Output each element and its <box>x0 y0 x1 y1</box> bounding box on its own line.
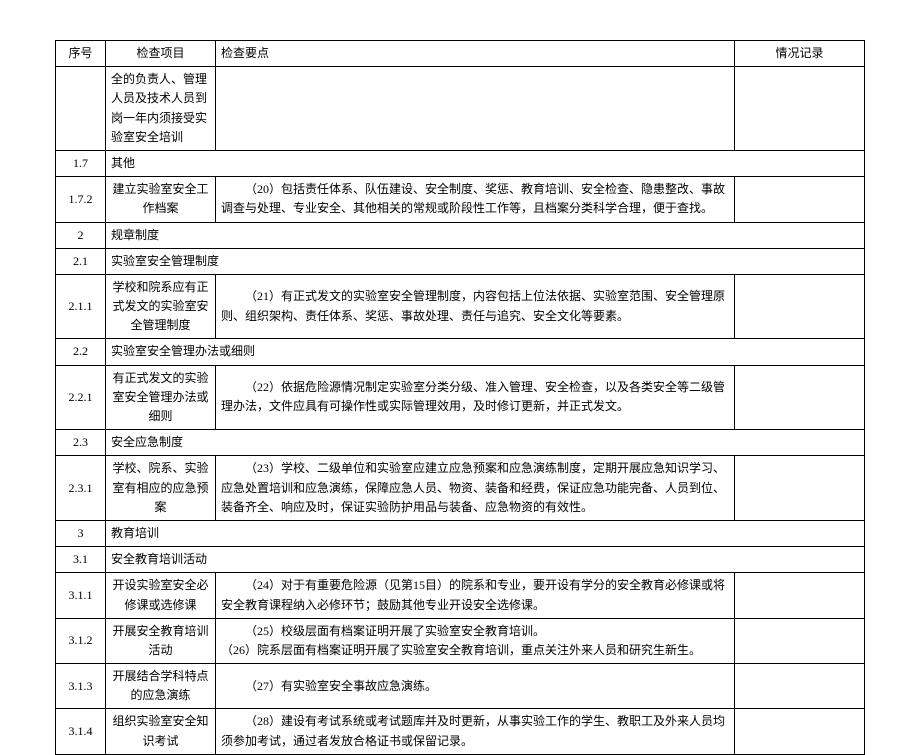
cell-item: 开设实验室安全必修课或选修课 <box>106 573 216 618</box>
inspection-table: 序号 检查项目 检查要点 情况记录 全的负责人、管理人员及技术人员到岗一年内须接… <box>55 40 865 755</box>
cell-record <box>735 67 865 151</box>
cell-seq: 2.3 <box>56 430 106 456</box>
cell-record <box>735 456 865 521</box>
cell-item: 开展安全教育培训活动 <box>106 618 216 663</box>
table-row: 3教育培训 <box>56 520 865 546</box>
cell-item-span: 安全教育培训活动 <box>106 547 865 573</box>
table-row: 3.1.3开展结合学科特点的应急演练（27）有实验室安全事故应急演练。 <box>56 664 865 709</box>
cell-seq: 1.7 <box>56 150 106 176</box>
table-row: 3.1.2开展安全教育培训活动（25）校级层面有档案证明开展了实验室安全教育培训… <box>56 618 865 663</box>
table-body: 全的负责人、管理人员及技术人员到岗一年内须接受实验室安全培训1.7其他1.7.2… <box>56 67 865 755</box>
cell-point: （23）学校、二级单位和实验室应建立应急预案和应急演练制度，定期开展应急知识学习… <box>216 456 735 521</box>
cell-item-span: 安全应急制度 <box>106 430 865 456</box>
cell-item: 学校、院系、实验室有相应的应急预案 <box>106 456 216 521</box>
table-row: 2.2.1有正式发文的实验室安全管理办法或细则（22）依据危险源情况制定实验室分… <box>56 365 865 430</box>
cell-seq: 2.2 <box>56 339 106 365</box>
cell-point: （22）依据危险源情况制定实验室分类分级、准入管理、安全检查，以及各类安全等二级… <box>216 365 735 430</box>
table-row: 2规章制度 <box>56 222 865 248</box>
cell-point: （25）校级层面有档案证明开展了实验室安全教育培训。 （26）院系层面有档案证明… <box>216 618 735 663</box>
cell-seq: 3 <box>56 520 106 546</box>
cell-point: （24）对于有重要危险源（见第15目）的院系和专业，要开设有学分的安全教育必修课… <box>216 573 735 618</box>
table-row: 3.1安全教育培训活动 <box>56 547 865 573</box>
header-point: 检查要点 <box>216 41 735 67</box>
table-row: 全的负责人、管理人员及技术人员到岗一年内须接受实验室安全培训 <box>56 67 865 151</box>
cell-item-span: 实验室安全管理办法或细则 <box>106 339 865 365</box>
cell-seq: 1.7.2 <box>56 177 106 222</box>
cell-record <box>735 618 865 663</box>
cell-seq: 3.1.4 <box>56 709 106 754</box>
header-seq: 序号 <box>56 41 106 67</box>
table-row: 3.1.1开设实验室安全必修课或选修课（24）对于有重要危险源（见第15目）的院… <box>56 573 865 618</box>
header-item: 检查项目 <box>106 41 216 67</box>
cell-seq: 3.1.3 <box>56 664 106 709</box>
cell-item: 学校和院系应有正式发文的实验室安全管理制度 <box>106 274 216 339</box>
table-row: 1.7其他 <box>56 150 865 176</box>
table-row: 3.1.4组织实验室安全知识考试（28）建设有考试系统或考试题库并及时更新，从事… <box>56 709 865 754</box>
cell-seq: 2.1 <box>56 248 106 274</box>
cell-point: （21）有正式发文的实验室安全管理制度，内容包括上位法依据、实验室范围、安全管理… <box>216 274 735 339</box>
table-row: 2.2实验室安全管理办法或细则 <box>56 339 865 365</box>
cell-point <box>216 67 735 151</box>
cell-item-span: 其他 <box>106 150 865 176</box>
cell-item: 组织实验室安全知识考试 <box>106 709 216 754</box>
table-row: 2.1.1学校和院系应有正式发文的实验室安全管理制度（21）有正式发文的实验室安… <box>56 274 865 339</box>
cell-seq <box>56 67 106 151</box>
cell-record <box>735 664 865 709</box>
header-record: 情况记录 <box>735 41 865 67</box>
cell-seq: 2 <box>56 222 106 248</box>
table-row: 2.1实验室安全管理制度 <box>56 248 865 274</box>
table-row: 2.3.1学校、院系、实验室有相应的应急预案（23）学校、二级单位和实验室应建立… <box>56 456 865 521</box>
cell-seq: 3.1 <box>56 547 106 573</box>
cell-seq: 2.3.1 <box>56 456 106 521</box>
cell-point: （27）有实验室安全事故应急演练。 <box>216 664 735 709</box>
cell-item-span: 实验室安全管理制度 <box>106 248 865 274</box>
document-page: 序号 检查项目 检查要点 情况记录 全的负责人、管理人员及技术人员到岗一年内须接… <box>0 0 920 651</box>
cell-record <box>735 709 865 754</box>
cell-seq: 2.1.1 <box>56 274 106 339</box>
cell-point: （28）建设有考试系统或考试题库并及时更新，从事实验工作的学生、教职工及外来人员… <box>216 709 735 754</box>
table-header-row: 序号 检查项目 检查要点 情况记录 <box>56 41 865 67</box>
cell-record <box>735 177 865 222</box>
cell-seq: 3.1.1 <box>56 573 106 618</box>
cell-seq: 3.1.2 <box>56 618 106 663</box>
cell-item: 有正式发文的实验室安全管理办法或细则 <box>106 365 216 430</box>
cell-point: （20）包括责任体系、队伍建设、安全制度、奖惩、教育培训、安全检查、隐患整改、事… <box>216 177 735 222</box>
cell-item: 建立实验室安全工作档案 <box>106 177 216 222</box>
cell-record <box>735 573 865 618</box>
cell-item-span: 教育培训 <box>106 520 865 546</box>
cell-item-span: 规章制度 <box>106 222 865 248</box>
cell-item: 开展结合学科特点的应急演练 <box>106 664 216 709</box>
cell-record <box>735 365 865 430</box>
cell-item: 全的负责人、管理人员及技术人员到岗一年内须接受实验室安全培训 <box>106 67 216 151</box>
table-row: 1.7.2建立实验室安全工作档案（20）包括责任体系、队伍建设、安全制度、奖惩、… <box>56 177 865 222</box>
cell-seq: 2.2.1 <box>56 365 106 430</box>
table-row: 2.3安全应急制度 <box>56 430 865 456</box>
cell-record <box>735 274 865 339</box>
